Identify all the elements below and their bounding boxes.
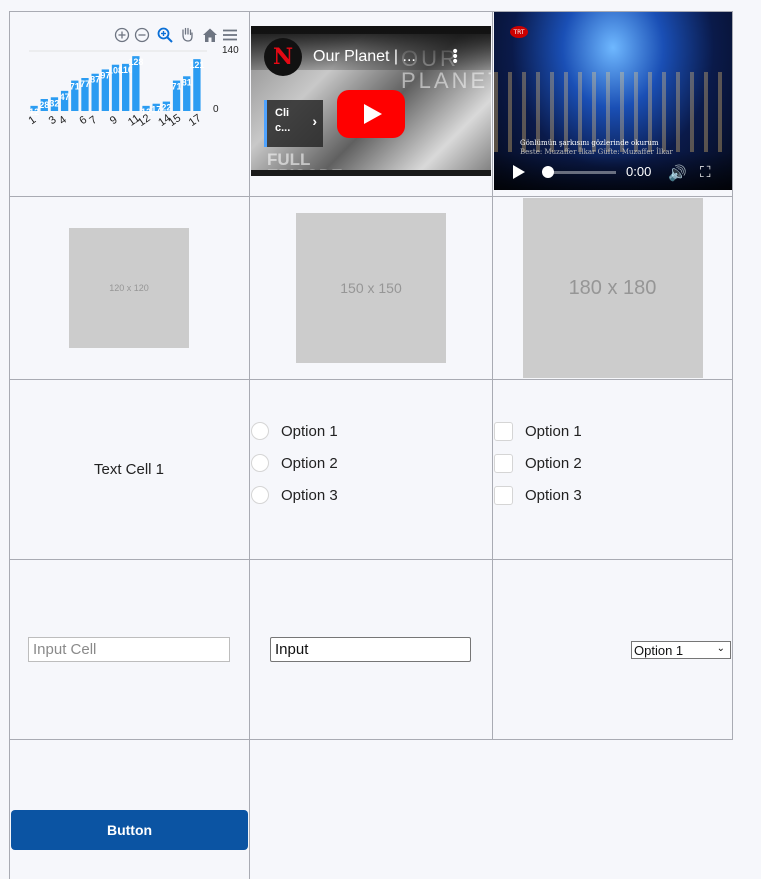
checkbox[interactable] (494, 486, 513, 505)
video-bottom-bar (251, 170, 491, 176)
video-cell-2: TRT Gönlümün şarkısını gözlerinde okurum… (493, 11, 733, 197)
input-cell-1 (9, 560, 250, 740)
radio-option-3[interactable]: Option 3 (251, 486, 338, 504)
chart-data-label: 87 (90, 75, 100, 85)
html5-video[interactable]: TRT Gönlümün şarkısını gözlerinde okurum… (494, 12, 732, 190)
info-card[interactable]: Cli c... › (264, 100, 323, 147)
select-value: Option 1 (634, 642, 684, 658)
youtube-play-button[interactable] (337, 90, 405, 138)
chart-data-label: 128 (128, 57, 143, 67)
checkbox[interactable] (494, 454, 513, 473)
more-options-icon[interactable]: • • • (451, 45, 459, 69)
fullscreen-icon[interactable]: ⛶ (700, 163, 711, 181)
radio-option-2[interactable]: Option 2 (251, 454, 338, 472)
x-tick-label: 4 (57, 114, 69, 127)
time-display: 0:00 (626, 164, 652, 179)
chart-data-label: 77 (80, 79, 90, 89)
text-input[interactable] (28, 637, 230, 662)
checkbox-cell: Option 1 Option 2 Option 3 (493, 380, 733, 560)
primary-button[interactable]: Button (11, 810, 248, 850)
chevron-down-icon: ⌄ (716, 643, 725, 654)
broadcaster-logo: TRT (510, 26, 528, 38)
checkbox-label: Option 1 (525, 423, 582, 440)
text-cell: Text Cell 1 (9, 380, 250, 560)
chart-data-label: 47 (60, 92, 70, 102)
image-cell-1: 120 x 120 (9, 197, 250, 380)
chart-data-label: 121 (189, 60, 204, 70)
text-cell-label: Text Cell 1 (93, 461, 165, 478)
x-tick-label: 6 (77, 114, 89, 127)
chart-cell: 12 28 32 47 71 77 87 97 108 110 128 12 17 22 71 81 121 14… (9, 11, 250, 197)
chart-data-label: 17 (151, 105, 161, 115)
placeholder-image-large: 180 x 180 (522, 198, 703, 378)
x-tick-label: 9 (108, 114, 120, 127)
video-controls: 0:00 🔊 ⛶ (494, 152, 732, 190)
radio-label: Option 2 (281, 454, 338, 472)
youtube-embed[interactable]: OUR PLANET N Our Planet | ... ••• Cli c.… (251, 26, 491, 176)
bar-chart: 1228 324771 77 87 9710811012812 17 2271 8112114… (26, 45, 239, 129)
video-title[interactable]: Our Planet | ... (313, 48, 416, 66)
radio-button[interactable] (251, 486, 269, 504)
y-axis-label: 0 (213, 104, 219, 115)
checkbox[interactable] (494, 422, 513, 441)
chart-data-label: 22 (161, 103, 171, 113)
x-tick-label: 7 (87, 114, 99, 127)
checkbox-label: Option 2 (525, 455, 582, 472)
radio-button[interactable] (251, 454, 269, 472)
checkbox-label: Option 3 (525, 487, 582, 504)
image-cell-2: 150 x 150 (250, 197, 493, 380)
x-tick-label: 15 (166, 112, 183, 129)
placeholder-label: 150 x 150 (340, 280, 402, 296)
radio-label: Option 3 (281, 486, 338, 504)
checkbox-option-3[interactable]: Option 3 (494, 486, 582, 505)
x-tick-label: 3 (47, 114, 59, 127)
placeholder-image-medium: 150 x 150 (296, 213, 446, 363)
placeholder-image-small: 120 x 120 (69, 228, 189, 348)
chart-data-label: 71 (172, 82, 182, 92)
chart-data-label: 28 (39, 100, 49, 110)
chevron-right-icon: › (312, 113, 317, 129)
chart-data-label: 32 (49, 98, 59, 108)
radio-cell: Option 1 Option 2 Option 3 (250, 380, 493, 560)
seek-knob[interactable] (542, 166, 554, 178)
radio-option-1[interactable]: Option 1 (251, 422, 338, 440)
select-dropdown[interactable]: Option 1 ⌄ (631, 641, 731, 659)
button-cell: Button (9, 740, 250, 879)
select-cell: Option 1 ⌄ (493, 560, 733, 740)
button-label: Button (106, 822, 153, 838)
video-cell-1: OUR PLANET N Our Planet | ... ••• Cli c.… (250, 11, 493, 197)
y-axis-label: 140 (222, 45, 239, 56)
x-tick-label: 17 (187, 112, 204, 129)
volume-icon[interactable]: 🔊 (668, 164, 687, 182)
text-input-filled[interactable] (270, 637, 471, 662)
placeholder-label: 120 x 120 (109, 283, 149, 293)
radio-button[interactable] (251, 422, 269, 440)
checkbox-option-1[interactable]: Option 1 (494, 422, 582, 441)
checkbox-option-2[interactable]: Option 2 (494, 454, 582, 473)
placeholder-label: 180 x 180 (568, 276, 657, 299)
channel-logo[interactable]: N (264, 38, 302, 76)
image-cell-3: 180 x 180 (493, 197, 733, 380)
chart-data-label: 81 (182, 77, 192, 87)
input-cell-2 (250, 560, 493, 740)
radio-label: Option 1 (281, 422, 338, 440)
chart-data-label: 71 (70, 82, 80, 92)
play-icon[interactable] (513, 165, 525, 179)
subtitle-line-1: Gönlümün şarkısını gözlerinde okurum (520, 139, 659, 147)
info-card-text: Cli c... (275, 107, 291, 134)
